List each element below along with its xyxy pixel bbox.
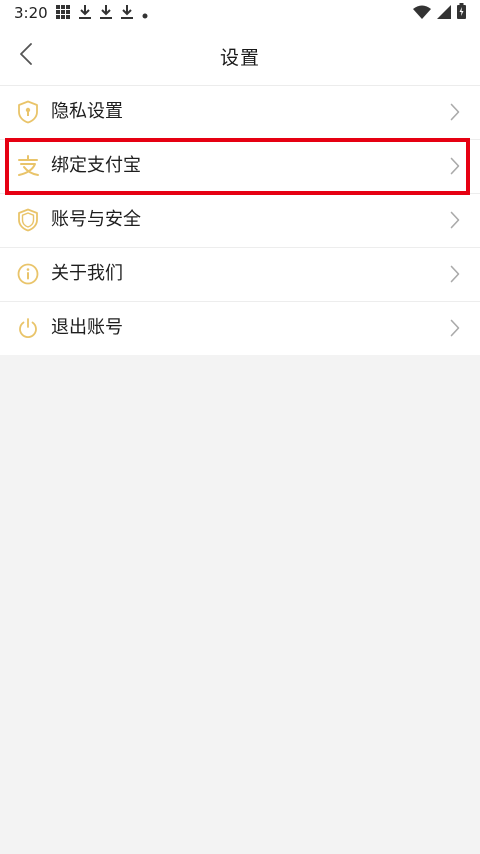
menu-item-label: 绑定支付宝 [51, 155, 141, 176]
menu-item-label: 账号与安全 [51, 209, 141, 230]
menu-item-label: 关于我们 [51, 263, 123, 284]
status-time: 3:20 [14, 4, 48, 22]
chevron-right-icon [450, 157, 460, 175]
download-icon [79, 4, 91, 23]
grid-icon [56, 4, 70, 23]
info-icon [16, 262, 40, 286]
security-shield-icon [16, 208, 40, 232]
menu-item-about-us[interactable]: 关于我们 [0, 248, 480, 302]
dot-icon [142, 4, 148, 23]
download-icon [121, 4, 133, 23]
alipay-icon [16, 154, 40, 178]
page-title: 设置 [219, 47, 260, 69]
status-notification-icons [56, 4, 148, 23]
download-icon [100, 4, 112, 23]
chevron-right-icon [450, 265, 460, 283]
wifi-icon [413, 4, 431, 23]
status-system-icons [413, 3, 466, 23]
chevron-right-icon [450, 319, 460, 337]
privacy-shield-icon [16, 100, 40, 124]
power-icon [16, 316, 40, 340]
chevron-right-icon [450, 103, 460, 121]
signal-icon [437, 4, 451, 23]
menu-item-privacy-settings[interactable]: 隐私设置 [0, 86, 480, 140]
status-bar: 3:20 [0, 0, 480, 26]
header-bar: 设置 [0, 26, 480, 86]
chevron-right-icon [450, 211, 460, 229]
menu-item-label: 退出账号 [51, 317, 123, 338]
menu-item-bind-alipay[interactable]: 绑定支付宝 [0, 140, 480, 194]
settings-menu: 隐私设置 绑定支付宝 账号与安全 关于我们 退出账号 [0, 86, 480, 355]
menu-item-account-security[interactable]: 账号与安全 [0, 194, 480, 248]
battery-icon [457, 3, 466, 23]
menu-item-log-out[interactable]: 退出账号 [0, 302, 480, 355]
menu-item-label: 隐私设置 [51, 101, 123, 122]
